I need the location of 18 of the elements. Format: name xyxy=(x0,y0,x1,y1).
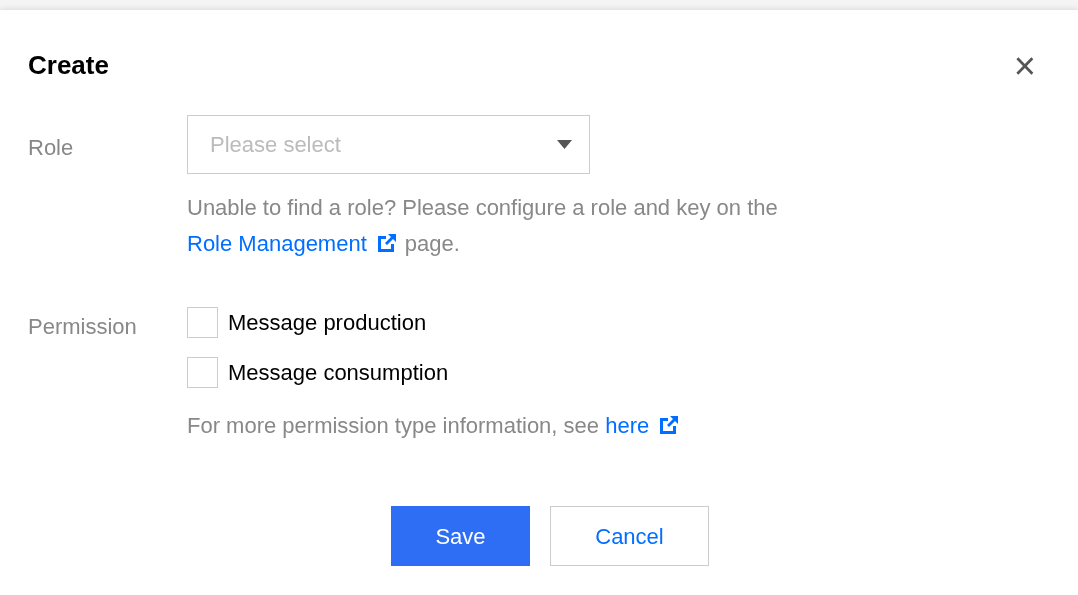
external-link-icon xyxy=(376,233,397,253)
help-text: Unable to find a role? Please configure a role and key on the Role Management page. xyxy=(187,194,779,258)
checkbox[interactable] xyxy=(187,357,218,388)
dialog-title: Create xyxy=(28,49,109,82)
save-button[interactable]: Save xyxy=(391,506,530,566)
caret-icon xyxy=(557,140,572,149)
checkbox[interactable] xyxy=(187,307,218,338)
external-link-icon xyxy=(659,415,680,435)
checkbox-label[interactable]: Message production xyxy=(228,306,427,339)
field-label: Role xyxy=(28,134,75,162)
field-label: Permission xyxy=(28,313,138,341)
checkbox-label[interactable]: Message consumption xyxy=(228,356,449,389)
help-text: For more permission type information, see here xyxy=(187,409,688,442)
role-select[interactable]: Please select xyxy=(187,115,590,174)
role-management-link[interactable]: Role Management xyxy=(187,231,405,256)
cancel-button[interactable]: Cancel xyxy=(550,506,709,566)
close-button[interactable]: × xyxy=(1013,46,1036,85)
here-link[interactable]: here xyxy=(605,413,688,438)
